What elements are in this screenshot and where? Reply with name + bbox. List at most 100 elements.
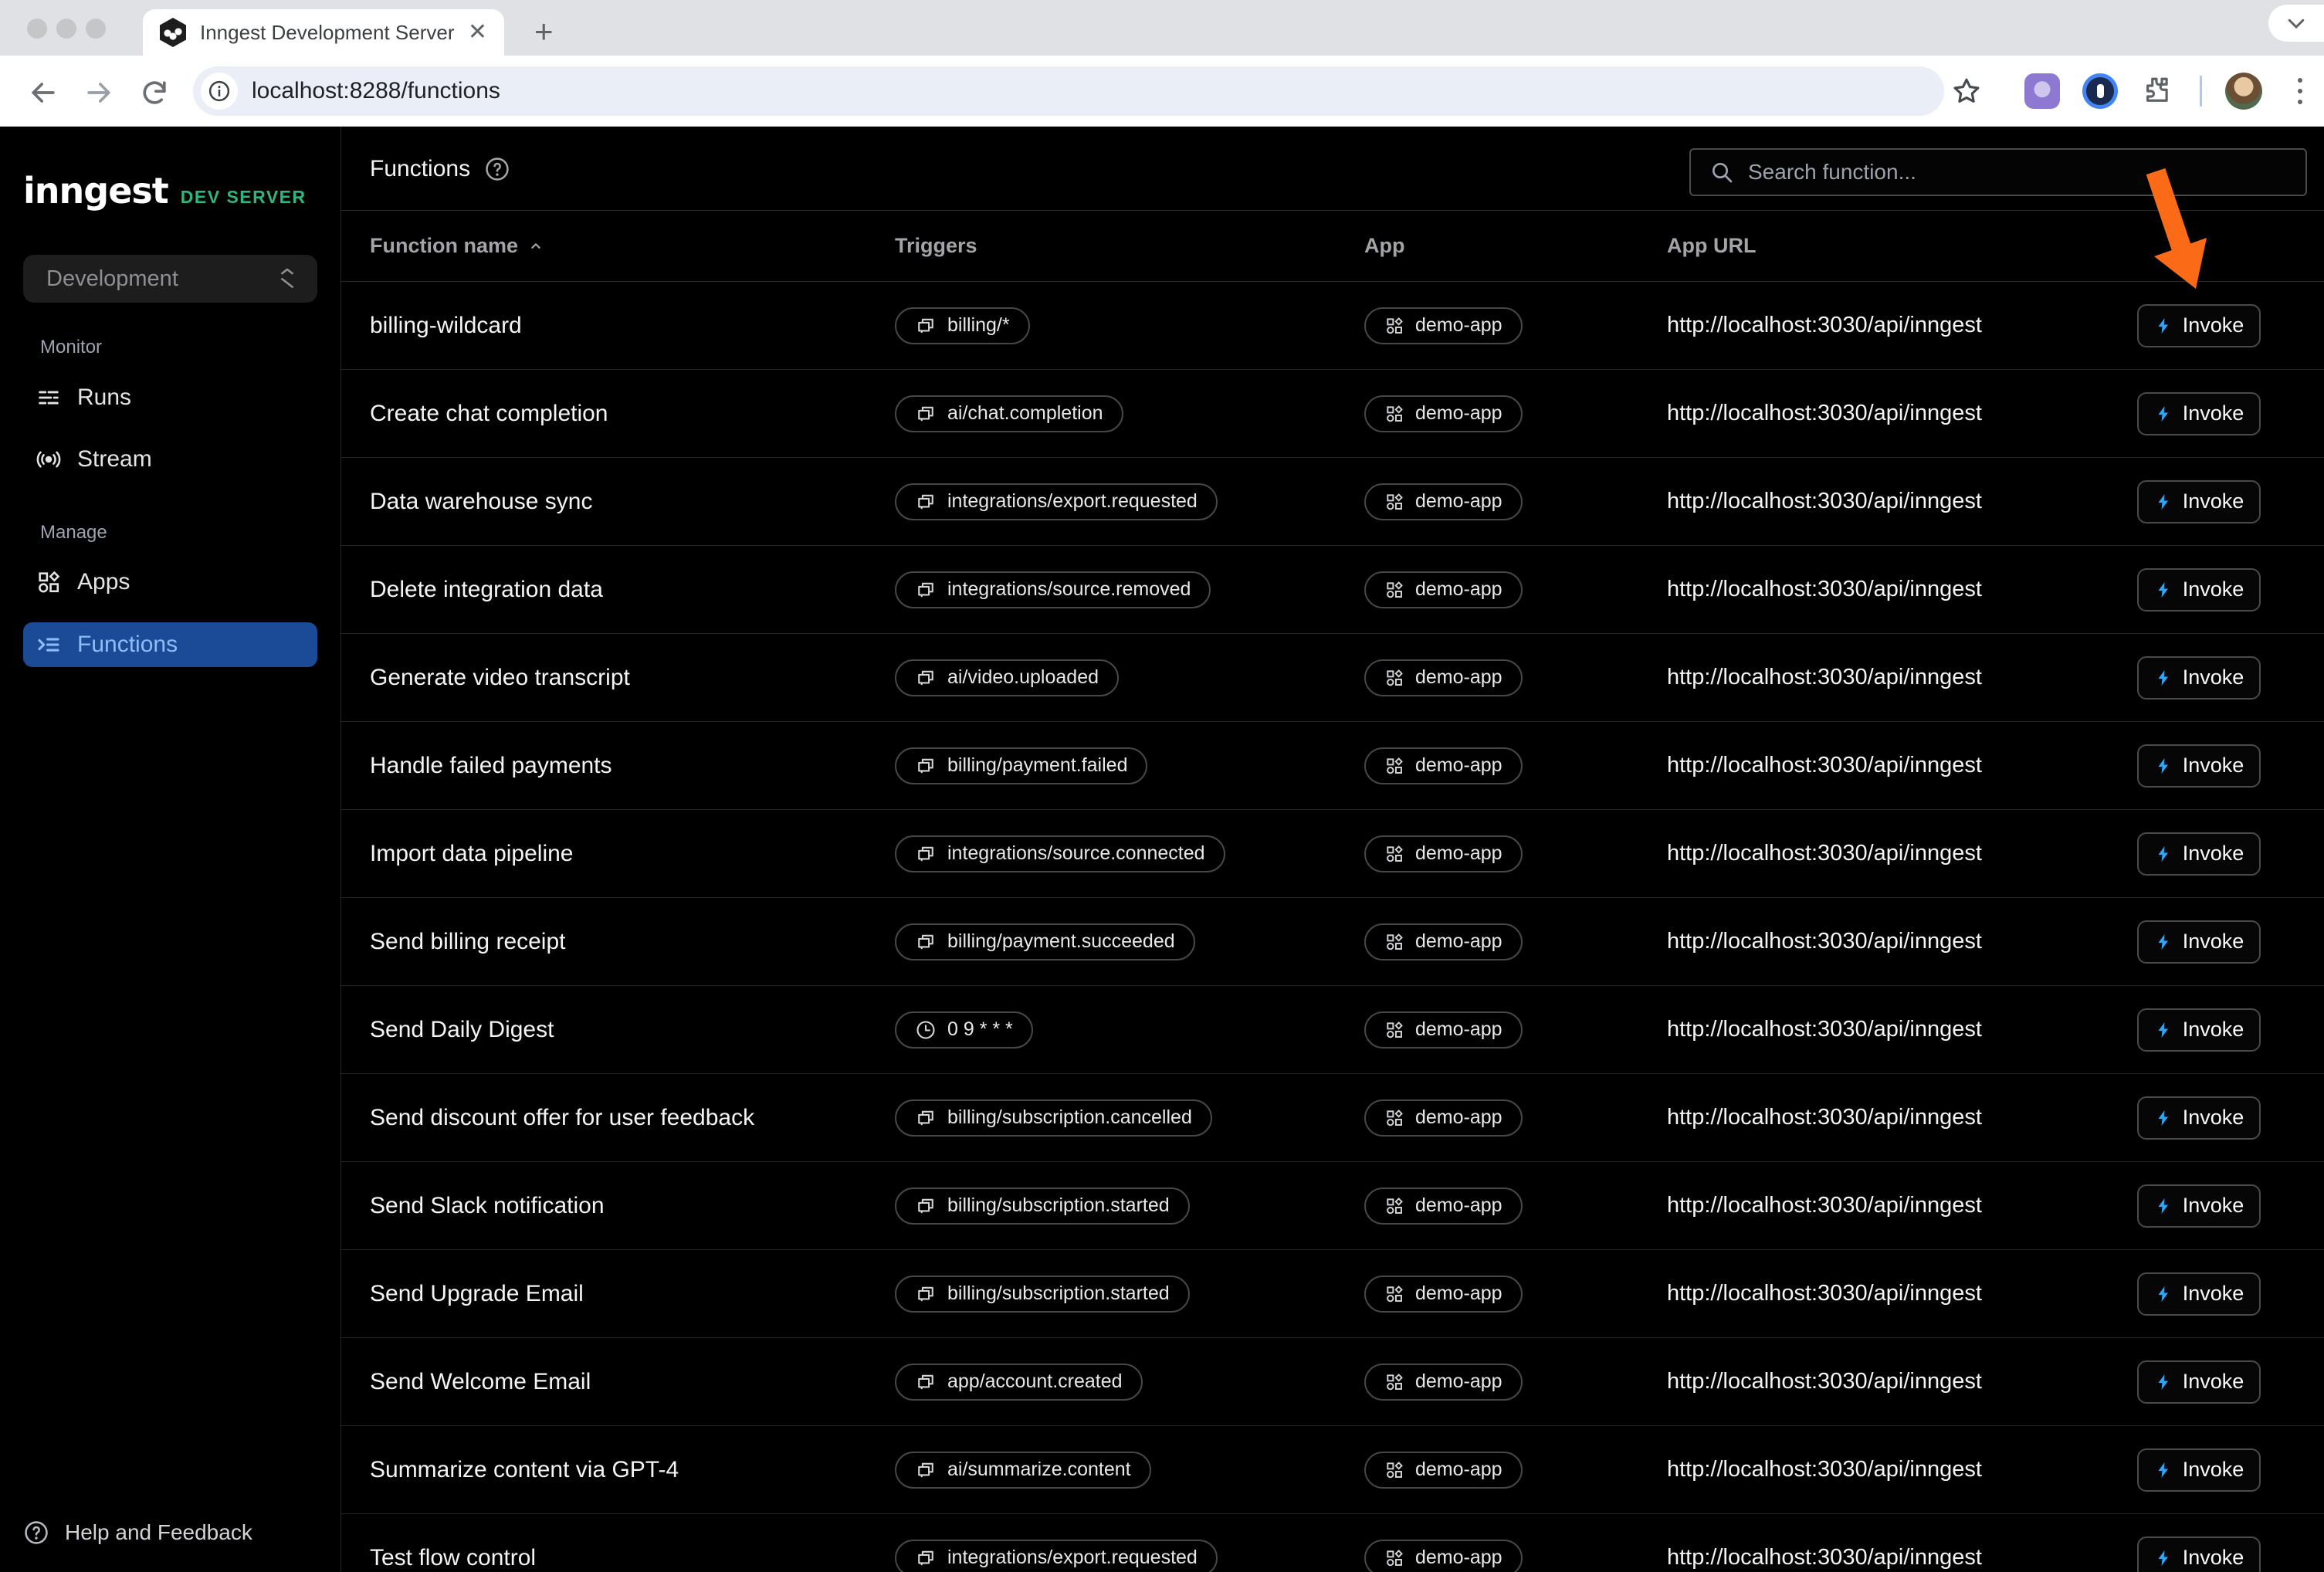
window-zoom-button[interactable] xyxy=(86,19,106,39)
lightning-bolt-icon xyxy=(2154,1021,2173,1039)
app-name: demo-app xyxy=(1415,1194,1502,1217)
new-tab-button[interactable]: + xyxy=(534,15,554,48)
stream-icon xyxy=(36,446,62,473)
onepassword-icon xyxy=(2082,73,2118,109)
environment-select[interactable]: Development xyxy=(23,255,317,303)
trigger-badge: billing/subscription.cancelled xyxy=(895,1099,1212,1137)
reload-icon[interactable] xyxy=(137,76,171,110)
trigger-value: billing/subscription.started xyxy=(947,1194,1170,1217)
sidebar-item-functions[interactable]: Functions xyxy=(23,622,317,667)
url-bar[interactable]: localhost:8288/functions xyxy=(193,66,1944,116)
invoke-button[interactable]: Invoke xyxy=(2137,1272,2261,1316)
app-badge: demo-app xyxy=(1364,659,1523,696)
invoke-label: Invoke xyxy=(2183,1282,2244,1306)
tab-search-button[interactable] xyxy=(2268,5,2324,42)
page-header: Functions xyxy=(341,127,2324,211)
trigger-badge: billing/subscription.started xyxy=(895,1187,1190,1225)
window-minimize-button[interactable] xyxy=(56,19,76,39)
trigger-badge: billing/subscription.started xyxy=(895,1276,1190,1313)
invoke-button[interactable]: Invoke xyxy=(2137,744,2261,788)
app-grid-icon xyxy=(1384,668,1404,688)
lightning-bolt-icon xyxy=(2154,1197,2173,1215)
function-name: Send Daily Digest xyxy=(370,1017,895,1043)
tab-close-icon[interactable]: ✕ xyxy=(468,21,487,44)
trigger-badge: ai/chat.completion xyxy=(895,395,1123,432)
function-row[interactable]: Send Slack notification billing/subscrip… xyxy=(341,1162,2324,1250)
sidebar-item-apps[interactable]: Apps xyxy=(23,560,317,605)
site-info-icon[interactable] xyxy=(201,73,238,110)
trigger-badge: app/account.created xyxy=(895,1364,1143,1401)
url-text: localhost:8288/functions xyxy=(252,78,500,104)
column-function-name[interactable]: Function name xyxy=(370,234,895,258)
trigger-badge: integrations/source.connected xyxy=(895,835,1225,872)
function-row[interactable]: Send Daily Digest 0 9 * * * xyxy=(341,986,2324,1074)
function-name: Handle failed payments xyxy=(370,753,895,779)
sidebar-item-runs[interactable]: Runs xyxy=(23,375,317,420)
help-and-feedback[interactable]: Help and Feedback xyxy=(23,1519,252,1546)
lightning-bolt-icon xyxy=(2154,1549,2173,1567)
event-trigger-icon xyxy=(915,579,937,601)
invoke-button[interactable]: Invoke xyxy=(2137,1360,2261,1404)
browser-menu-button[interactable] xyxy=(2298,56,2302,127)
extension-a-button[interactable] xyxy=(2024,56,2060,127)
app-name: demo-app xyxy=(1415,1018,1502,1041)
runs-icon xyxy=(36,385,62,411)
invoke-label: Invoke xyxy=(2183,1546,2244,1570)
bookmark-button[interactable] xyxy=(1950,56,1983,127)
invoke-button[interactable]: Invoke xyxy=(2137,920,2261,964)
invoke-label: Invoke xyxy=(2183,490,2244,513)
browser-tab[interactable]: Inngest Development Server ✕ xyxy=(143,9,504,56)
function-row[interactable]: Send billing receipt billing/payment.suc… xyxy=(341,898,2324,986)
back-icon[interactable] xyxy=(26,76,60,110)
trigger-value: 0 9 * * * xyxy=(947,1018,1013,1041)
app-badge: demo-app xyxy=(1364,1276,1523,1313)
function-row[interactable]: Send Welcome Email app/account.created xyxy=(341,1338,2324,1426)
function-row[interactable]: Send Upgrade Email billing/subscription.… xyxy=(341,1250,2324,1338)
extensions-button[interactable] xyxy=(2140,56,2173,127)
page-help-icon[interactable] xyxy=(484,156,510,182)
browser-tab-strip: Inngest Development Server ✕ + xyxy=(0,0,2324,56)
app-badge: demo-app xyxy=(1364,1452,1523,1489)
function-row[interactable]: Summarize content via GPT-4 ai/summarize… xyxy=(341,1426,2324,1514)
apps-grid-icon xyxy=(36,569,62,595)
function-row[interactable]: Create chat completion ai/chat.completio… xyxy=(341,370,2324,458)
invoke-button[interactable]: Invoke xyxy=(2137,832,2261,876)
environment-value: Development xyxy=(46,266,277,292)
sidebar-item-stream[interactable]: Stream xyxy=(23,437,317,482)
invoke-button[interactable]: Invoke xyxy=(2137,568,2261,612)
invoke-button[interactable]: Invoke xyxy=(2137,480,2261,523)
function-name: Test flow control xyxy=(370,1545,895,1571)
trigger-value: integrations/source.connected xyxy=(947,842,1205,865)
function-row[interactable]: Delete integration data integrations/sou… xyxy=(341,546,2324,634)
function-row[interactable]: Handle failed payments billing/payment.f… xyxy=(341,722,2324,810)
app-badge: demo-app xyxy=(1364,747,1523,784)
invoke-button[interactable]: Invoke xyxy=(2137,1008,2261,1052)
window-close-button[interactable] xyxy=(27,19,47,39)
onepassword-button[interactable] xyxy=(2082,56,2118,127)
function-row[interactable]: Send discount offer for user feedback bi… xyxy=(341,1074,2324,1162)
function-row[interactable]: Data warehouse sync integrations/export.… xyxy=(341,458,2324,546)
invoke-label: Invoke xyxy=(2183,401,2244,425)
invoke-button[interactable]: Invoke xyxy=(2137,656,2261,700)
profile-button[interactable] xyxy=(2225,56,2262,127)
function-row[interactable]: Generate video transcript ai/video.uploa… xyxy=(341,634,2324,722)
invoke-button[interactable]: Invoke xyxy=(2137,1184,2261,1228)
column-triggers: Triggers xyxy=(895,234,1364,258)
forward-icon[interactable] xyxy=(82,76,116,110)
invoke-button[interactable]: Invoke xyxy=(2137,1536,2261,1572)
event-trigger-icon xyxy=(915,755,937,777)
trigger-value: integrations/export.requested xyxy=(947,490,1198,513)
invoke-label: Invoke xyxy=(2183,1458,2244,1482)
column-app-url: App URL xyxy=(1667,234,2075,258)
invoke-button[interactable]: Invoke xyxy=(2137,1096,2261,1140)
chevron-down-icon xyxy=(2285,12,2308,35)
app-name: demo-app xyxy=(1415,578,1502,601)
app-grid-icon xyxy=(1384,1548,1404,1568)
function-row[interactable]: billing-wildcard billing/* xyxy=(341,282,2324,370)
event-trigger-icon xyxy=(915,843,937,865)
function-row[interactable]: Import data pipeline integrations/source… xyxy=(341,810,2324,898)
invoke-button[interactable]: Invoke xyxy=(2137,304,2261,347)
invoke-button[interactable]: Invoke xyxy=(2137,392,2261,435)
invoke-button[interactable]: Invoke xyxy=(2137,1448,2261,1492)
function-row[interactable]: Test flow control integrations/export.re… xyxy=(341,1514,2324,1572)
